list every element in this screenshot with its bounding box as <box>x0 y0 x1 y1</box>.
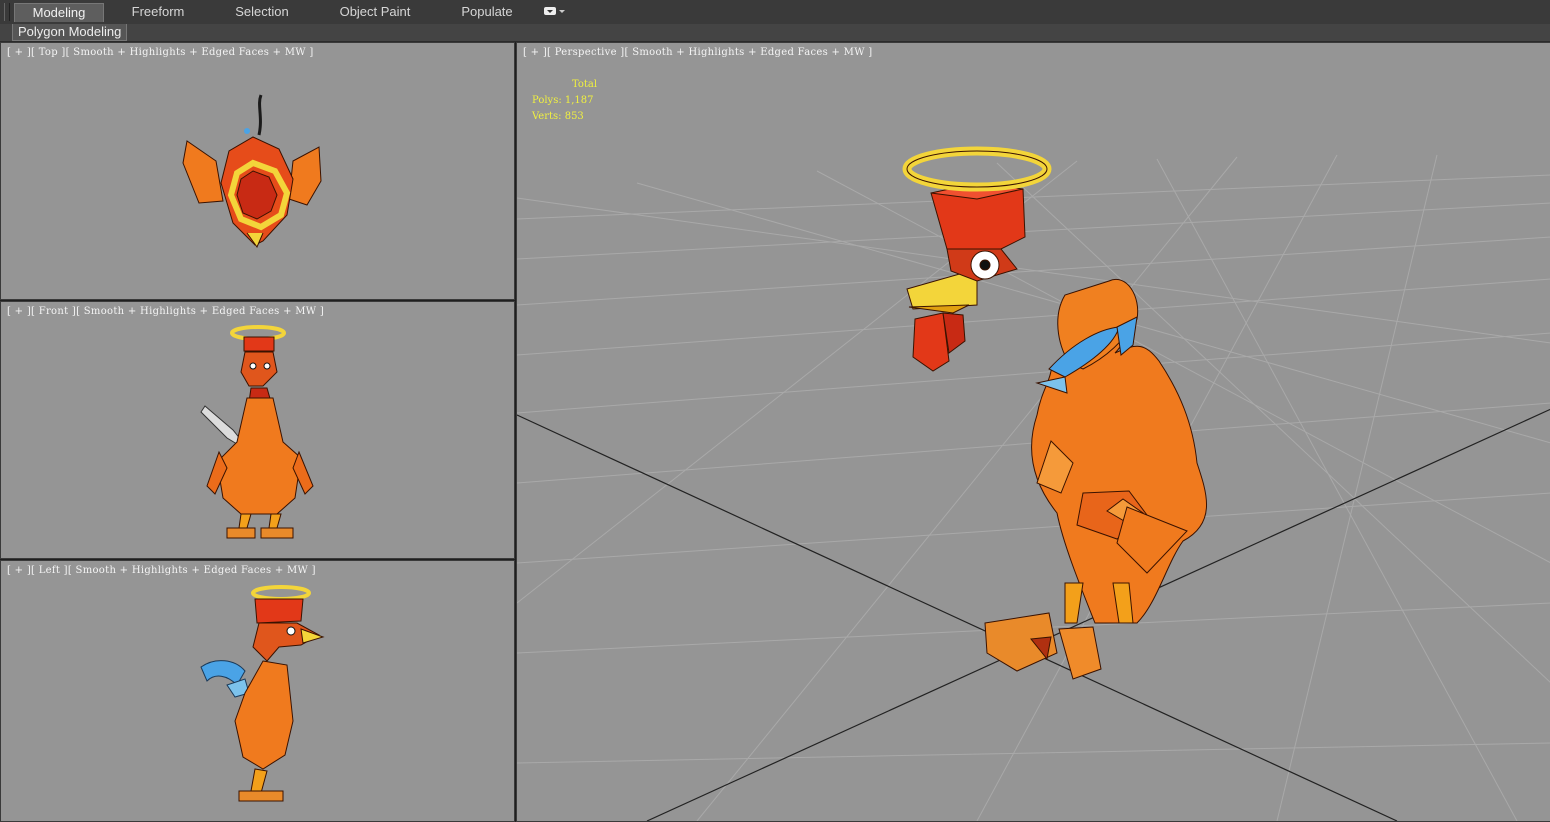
tab-modeling[interactable]: Modeling <box>14 3 104 22</box>
panel-polygon-modeling[interactable]: Polygon Modeling <box>12 24 128 41</box>
home-grid <box>517 154 1550 821</box>
tab-freeform[interactable]: Freeform <box>113 3 203 21</box>
ribbon-panel-bar: Polygon Modeling <box>0 24 1550 42</box>
perspective-scene <box>517 146 1550 821</box>
ribbon-tab-bar: Modeling Freeform Selection Object Paint… <box>0 0 1550 25</box>
chevron-down-icon <box>559 10 565 13</box>
chicken-model-left-view <box>200 585 325 802</box>
chicken-model-top-view <box>182 94 322 249</box>
tab-populate[interactable]: Populate <box>445 3 529 21</box>
viewport-top[interactable]: [ + ][ Top ][ Smooth + Highlights + Edge… <box>0 42 515 300</box>
ribbon-options-icon <box>544 7 556 15</box>
tab-object-paint[interactable]: Object Paint <box>325 3 425 21</box>
ribbon-grip-handle[interactable] <box>4 3 10 21</box>
viewport-perspective[interactable]: [ + ][ Perspective ][ Smooth + Highlight… <box>516 42 1550 822</box>
viewport-left[interactable]: [ + ][ Left ][ Smooth + Highlights + Edg… <box>0 560 515 822</box>
ribbon-options-dropdown[interactable] <box>541 5 567 19</box>
tab-selection[interactable]: Selection <box>215 3 309 21</box>
chicken-model-front-view <box>200 325 314 539</box>
viewport-front[interactable]: [ + ][ Front ][ Smooth + Highlights + Ed… <box>0 301 515 559</box>
